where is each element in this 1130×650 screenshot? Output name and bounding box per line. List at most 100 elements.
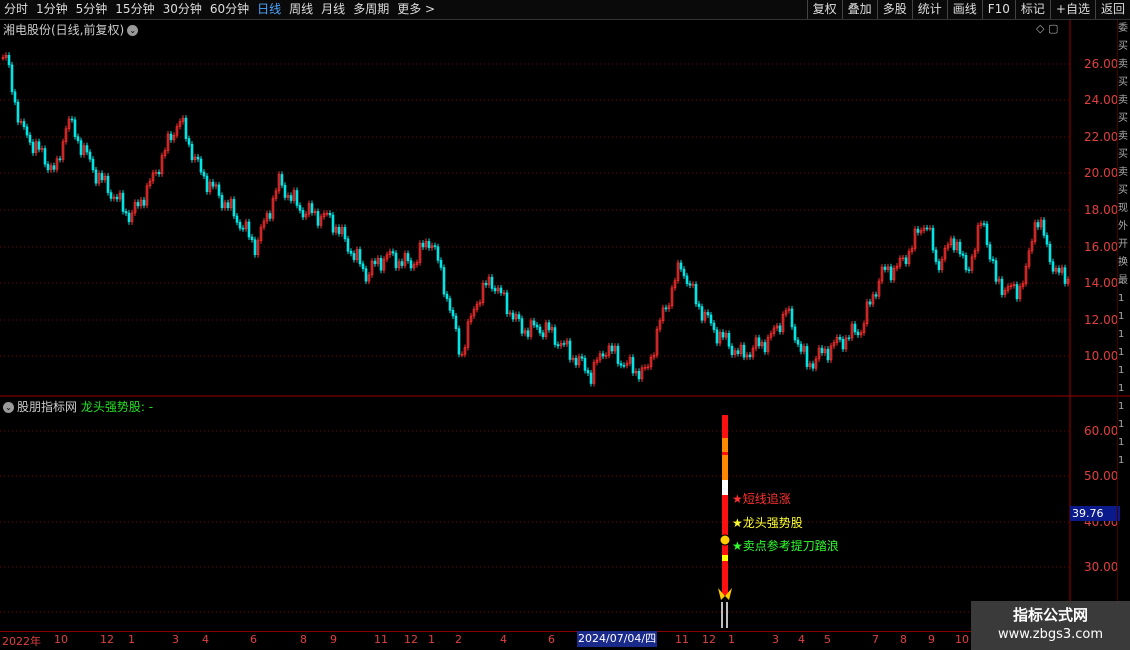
quote-strip-label: 买 xyxy=(1118,41,1128,52)
candle-body xyxy=(847,337,851,340)
indicator-source: 股朋指标网 xyxy=(17,400,78,414)
main-y-tick: 18.00 xyxy=(1084,203,1119,217)
candle-body xyxy=(535,324,539,328)
chevron-down-icon[interactable]: ⌄ xyxy=(3,402,14,413)
main-y-tick: 26.00 xyxy=(1084,57,1119,71)
indicator-name: 龙头强势股: - xyxy=(80,400,154,414)
date-tick: 2022年 xyxy=(2,635,41,648)
watermark: 指标公式网 www.zbgs3.com xyxy=(971,601,1130,650)
candle-body xyxy=(238,222,242,229)
candle-body xyxy=(619,363,623,366)
candle-body xyxy=(1000,278,1004,295)
candle-body xyxy=(343,227,347,240)
candle-body xyxy=(511,312,515,320)
quote-strip-label: 1 xyxy=(1118,401,1125,412)
candle-body xyxy=(76,136,80,141)
quote-strip-label: 委 xyxy=(1118,23,1128,34)
quote-strip-label: 买 xyxy=(1118,77,1128,88)
date-axis: 2022年 10 12 1 3 4 6 8 9 11 12 1 2 4 6 11 12 1 3 4 5 7 8 9 10 xyxy=(0,631,1070,649)
candle-body xyxy=(394,252,398,269)
candle-body xyxy=(937,261,941,271)
candle-body xyxy=(883,266,887,270)
candle-body xyxy=(400,261,404,266)
quote-strip-label: 1 xyxy=(1118,365,1125,376)
candle-body xyxy=(115,196,119,200)
candle-body xyxy=(109,192,113,199)
chevron-down-icon[interactable]: ⌄ xyxy=(127,25,139,36)
candle-body xyxy=(22,121,26,128)
quote-panel-strip: 委买卖买卖买卖买卖买现外开换最1111111111 xyxy=(1117,20,1130,630)
sub-y-tick: 60.00 xyxy=(1084,424,1119,438)
date-tick: 12 xyxy=(702,633,716,646)
candle-body xyxy=(349,250,353,254)
signal-label: ★卖点参考提刀踏浪 xyxy=(732,539,839,553)
sub-chart-title: ⌄ 股朋指标网 龙头强势股: - xyxy=(3,398,153,415)
candle-body xyxy=(538,326,542,334)
coin-icon xyxy=(719,534,731,546)
candle-body xyxy=(964,255,968,270)
quote-strip-label: 1 xyxy=(1118,455,1125,466)
candle-body xyxy=(442,267,446,295)
main-y-tick: 24.00 xyxy=(1084,93,1119,107)
date-tick: 10 xyxy=(54,633,68,646)
candle-body xyxy=(589,372,593,384)
candle-body xyxy=(454,315,458,329)
quote-strip-label: 外 xyxy=(1118,221,1128,232)
date-tick: 6 xyxy=(250,633,257,646)
candle-body xyxy=(106,175,110,193)
candle-body xyxy=(337,226,341,234)
candle-body xyxy=(586,370,590,374)
candle-body xyxy=(1051,261,1055,272)
candle-body xyxy=(439,260,443,268)
candle-body xyxy=(694,284,698,305)
main-chart-area[interactable] xyxy=(0,0,1130,650)
candle-body xyxy=(874,294,878,297)
quote-strip-label: 卖 xyxy=(1118,59,1128,70)
candle-body xyxy=(610,345,614,352)
quote-strip-label: 开 xyxy=(1118,239,1128,250)
candle-body xyxy=(952,238,956,251)
quote-strip-label: 买 xyxy=(1118,149,1128,160)
candle-body xyxy=(202,171,206,177)
candle-body xyxy=(31,141,35,154)
candle-body xyxy=(793,326,797,341)
candle-body xyxy=(361,263,365,269)
candle-body xyxy=(574,357,578,366)
candle-body xyxy=(709,314,713,324)
candle-body xyxy=(73,119,77,137)
candle-body xyxy=(124,211,128,214)
candle-body xyxy=(268,213,272,219)
signal-bar-segment xyxy=(722,480,728,495)
candle-body xyxy=(916,228,920,233)
candle-body xyxy=(196,156,200,160)
candle-body xyxy=(547,322,551,331)
candle-body xyxy=(16,101,20,123)
candle-body xyxy=(637,370,641,380)
candle-body xyxy=(352,253,356,260)
date-tick: 1 xyxy=(128,633,135,646)
candle-body xyxy=(157,172,161,175)
candle-body xyxy=(43,148,47,165)
candle-body xyxy=(364,268,368,282)
date-tick: 1 xyxy=(428,633,435,646)
main-y-tick: 14.00 xyxy=(1084,276,1119,290)
date-tick: 12 xyxy=(100,633,114,646)
candle-body xyxy=(682,268,686,277)
candle-body xyxy=(205,175,209,193)
candle-body xyxy=(721,332,725,338)
candle-body xyxy=(52,165,56,170)
date-tick: 9 xyxy=(330,633,337,646)
maximize-icon[interactable]: ▢ xyxy=(1048,22,1058,35)
date-tick: 8 xyxy=(900,633,907,646)
signal-bar-segment xyxy=(722,438,728,452)
date-tick: 4 xyxy=(202,633,209,646)
candle-body xyxy=(445,293,449,299)
candle-body xyxy=(889,266,893,281)
diamond-icon[interactable]: ◇ xyxy=(1036,22,1044,35)
quote-strip-label: 最 xyxy=(1118,275,1128,286)
candle-body xyxy=(580,356,584,359)
candle-body xyxy=(757,337,761,347)
candle-body xyxy=(235,215,239,223)
candle-body xyxy=(697,303,701,307)
candle-body xyxy=(742,344,746,358)
